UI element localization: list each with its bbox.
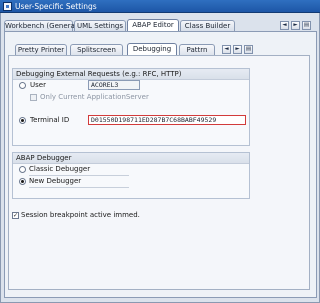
tab-pretty-printer[interactable]: Pretty Printer <box>15 44 67 55</box>
tab-splitscreen[interactable]: Splitscreen <box>70 44 123 55</box>
window-title: User-Specific Settings <box>15 2 97 11</box>
classic-debugger-radio[interactable] <box>19 166 26 173</box>
window-app-icon <box>3 2 12 11</box>
tab-scroll-left-icon[interactable]: ◄ <box>280 21 289 30</box>
new-debugger-underline <box>29 187 129 188</box>
user-label: User <box>30 81 46 89</box>
only-current-appserver-label: Only Current ApplicationServer <box>40 93 149 101</box>
abap-debugger-group-title: ABAP Debugger <box>13 153 249 164</box>
external-requests-group-title: Debugging External Requests (e.g.: RFC, … <box>13 69 249 80</box>
tab-abap-editor[interactable]: ABAP Editor <box>127 19 179 31</box>
inner-tab-scroll-right-icon[interactable]: ► <box>233 45 242 54</box>
tab-class-builder[interactable]: Class Builder <box>180 20 235 31</box>
classic-debugger-underline <box>29 175 129 176</box>
tab-list-menu-icon[interactable]: ▤ <box>302 21 311 30</box>
terminal-id-radio[interactable] <box>19 117 26 124</box>
inner-tab-list-menu-icon[interactable]: ▤ <box>244 45 253 54</box>
new-debugger-radio[interactable] <box>19 178 26 185</box>
terminal-id-label: Terminal ID <box>30 116 70 124</box>
only-current-appserver-checkbox[interactable] <box>30 94 37 101</box>
user-radio[interactable] <box>19 82 26 89</box>
new-debugger-label: New Debugger <box>29 177 82 185</box>
session-breakpoint-label: Session breakpoint active immed. <box>21 211 140 219</box>
tab-debugging[interactable]: Debugging <box>127 43 177 55</box>
terminal-id-field[interactable]: D01550D198711ED287B7C68BABF49529 <box>88 115 246 125</box>
tab-workbench-general[interactable]: Workbench (General) <box>4 20 79 31</box>
user-field[interactable]: ACOREL3 <box>88 80 140 90</box>
tab-uml-settings[interactable]: UML Settings <box>74 20 126 31</box>
tab-scroll-right-icon[interactable]: ► <box>291 21 300 30</box>
tab-pattern[interactable]: Pattrn <box>179 44 215 55</box>
inner-tab-scroll-left-icon[interactable]: ◄ <box>222 45 231 54</box>
classic-debugger-label: Classic Debugger <box>29 165 91 173</box>
session-breakpoint-checkbox[interactable]: ✓ <box>12 212 19 219</box>
title-bar[interactable]: User-Specific Settings <box>0 0 320 13</box>
